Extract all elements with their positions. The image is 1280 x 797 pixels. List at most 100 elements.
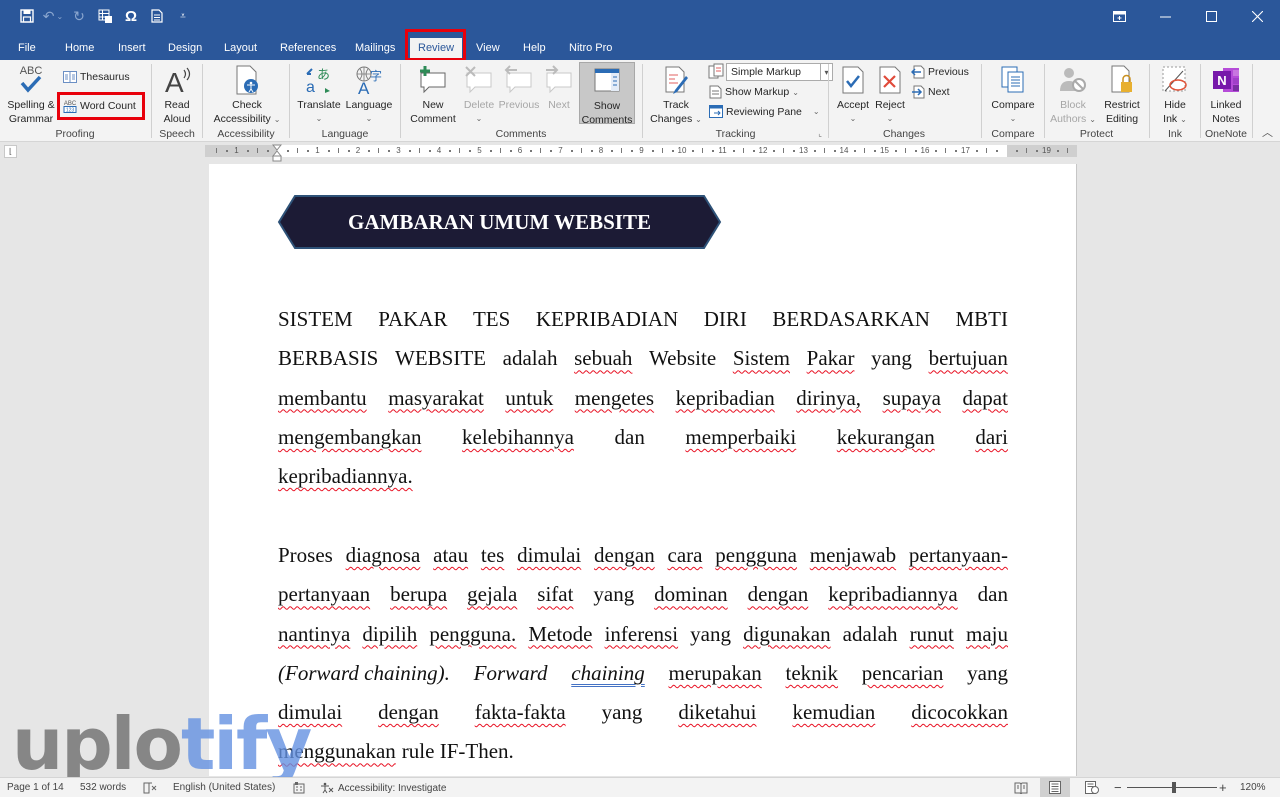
tab-home[interactable]: Home [57,38,102,60]
delete-label: Delete [463,99,495,111]
compare-button[interactable]: Compare ⌄ [986,62,1040,126]
ruler-dot [226,150,229,152]
close-icon[interactable] [1234,0,1280,32]
zoom-slider-thumb[interactable] [1172,782,1177,793]
reviewing-pane-button[interactable]: Reviewing Pane ⌄ [709,105,820,118]
print-layout-button[interactable] [1040,778,1070,797]
word-count-label: Word Count [80,100,136,112]
zoom-level[interactable]: 120% [1240,782,1266,793]
accept-button[interactable]: Accept ⌄ [833,62,873,126]
previous-comment-button[interactable]: Previous [498,62,540,112]
show-comments-button[interactable]: Show Comments [579,62,635,126]
hide-ink-label-1: Hide [1164,99,1186,111]
text-line: (Forward chaining). Forward chaining merup… [278,654,1008,693]
word: TES [472,307,511,331]
hide-ink-button[interactable]: Hide Ink ⌄ [1154,62,1196,127]
zoom-in-button[interactable]: + [1219,780,1227,795]
check-accessibility-button[interactable]: Check Accessibility ⌄ [209,62,285,127]
tab-nitro-pro[interactable]: Nitro Pro [561,38,620,60]
show-markup-button[interactable]: Show Markup ⌄ [709,85,799,99]
word: memperbaiki [685,424,797,449]
block-authors-button[interactable]: Block Authors ⌄ [1048,62,1098,127]
word-count-button[interactable]: ABC 123 Word Count [63,99,136,113]
tab-mailings[interactable]: Mailings [347,38,403,60]
insert-table-icon[interactable] [92,6,118,26]
horizontal-ruler[interactable]: 1 1 2 3 4 5 6 7 8 9 10 11 12 13 14 15 16 17 19 [205,145,1077,157]
symbol-icon[interactable]: Ω [118,6,144,26]
customize-qat-icon[interactable]: ⩡ [170,6,196,26]
ruler-half-tick [1066,148,1068,153]
read-aloud-button[interactable]: A Read Aloud [157,62,197,126]
read-mode-button[interactable] [1006,778,1036,797]
page-count-text: Page 1 of 14 [7,782,64,793]
word: berupa [390,582,448,607]
new-comment-button[interactable]: New Comment [407,62,459,126]
save-icon[interactable] [14,6,40,26]
tab-design[interactable]: Design [160,38,210,60]
document-icon[interactable] [144,6,170,26]
word-count-status[interactable]: 532 words [80,782,126,793]
ruler-half-tick [459,148,461,153]
web-layout-button[interactable] [1077,778,1107,797]
word: untuk [505,385,554,410]
next-change-button[interactable]: Next [911,85,950,99]
next-comment-button[interactable]: Next [541,62,577,112]
zoom-out-button[interactable]: − [1114,780,1122,795]
language-button[interactable]: A字 Language ⌄ [344,62,394,126]
tab-help[interactable]: Help [515,38,554,60]
previous-change-button[interactable]: Previous [911,65,969,79]
quick-access-toolbar: ↶ ⌄ ↻ Ω ⩡ [14,6,196,26]
accessibility-icon [321,782,334,794]
markup-dropdown[interactable]: Simple Markup ▾ [726,63,833,81]
language-status[interactable]: English (United States) [173,782,275,793]
track-changes-button[interactable]: Track Changes ⌄ [646,62,706,127]
accessibility-status[interactable]: Accessibility: Investigate [320,782,446,794]
ribbon-tabs: File Home Insert Design Layout Reference… [0,32,1280,84]
minimize-icon[interactable] [1142,0,1188,32]
tab-insert[interactable]: Insert [110,38,154,60]
page-count[interactable]: Page 1 of 14 [7,782,64,793]
ruler-dot [752,150,755,152]
thesaurus-button[interactable]: Thesaurus [63,71,130,83]
word: kekurangan [836,424,935,449]
linked-notes-button[interactable]: N Linked Notes [1204,62,1248,126]
ruler-dot [995,150,998,152]
macro-recording-icon[interactable] [293,782,305,794]
tab-layout[interactable]: Layout [216,38,265,60]
ruler-half-tick [661,148,663,153]
undo-icon[interactable]: ↶ ⌄ [40,6,66,26]
redo-icon[interactable]: ↻ [66,6,92,26]
collapse-ribbon-icon[interactable]: ︿ [1262,124,1273,140]
ribbon: ABC Spelling & Grammar Thesaurus ABC 123 … [0,60,1280,142]
delete-comment-button[interactable]: Delete ⌄ [459,62,499,126]
word: inferensi [604,621,679,646]
tab-review[interactable]: Review [410,38,463,60]
paragraph-1[interactable]: SISTEM PAKAR TES KEPRIBADIAN DIRI BERDASARKAN… [278,300,1008,496]
svg-text:あ: あ [317,68,330,83]
tab-selector[interactable]: ⌊ [4,145,17,158]
restrict-editing-button[interactable]: Restrict Editing [1100,62,1144,126]
reject-button[interactable]: Reject ⌄ [872,62,908,126]
changes-group-label: Changes [882,128,926,140]
spelling-grammar-button[interactable]: ABC Spelling & Grammar [6,62,56,126]
translate-button[interactable]: aあ Translate ⌄ [296,62,342,126]
ruler-half-tick [864,148,866,153]
indent-marker-icon[interactable] [272,144,282,162]
ribbon-display-options-icon[interactable] [1096,0,1142,32]
word: Forward [473,660,548,685]
ruler-dot [611,150,614,152]
paragraph-2[interactable]: Proses diagnosa atau tes dimulai dengan cara pe… [278,536,1008,772]
restrict-editing-label-1: Restrict [1104,99,1140,111]
tab-file[interactable]: File [10,38,44,60]
tab-view[interactable]: View [468,38,508,60]
text-line: Proses diagnosa atau tes dimulai dengan cara pe… [278,536,1008,575]
maximize-icon[interactable] [1188,0,1234,32]
group-compare: Compare ⌄ Compare [982,60,1044,142]
read-aloud-label-1: Read [164,99,190,111]
word: dan [977,582,1008,607]
dialog-launcher-icon[interactable]: ⌞ [818,129,822,138]
tab-references[interactable]: References [272,38,344,60]
word: chaining [571,660,645,685]
proofing-status-icon[interactable] [143,782,157,794]
group-ink: Hide Ink ⌄ Ink [1150,60,1200,142]
